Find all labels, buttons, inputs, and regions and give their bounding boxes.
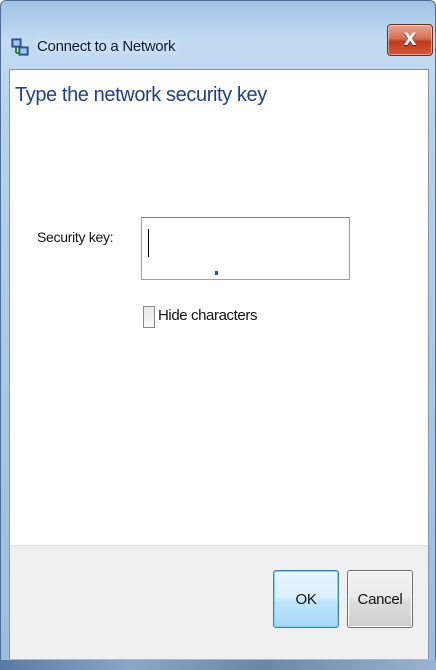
hide-characters-checkbox[interactable] [143, 306, 155, 328]
window-title: Connect to a Network [37, 38, 176, 55]
taskbar-edge [0, 660, 436, 670]
ok-button-label: OK [295, 590, 317, 608]
cancel-button[interactable]: Cancel [347, 570, 413, 628]
title-bar[interactable]: Connect to a Network [1, 1, 435, 56]
ok-button[interactable]: OK [273, 570, 339, 628]
text-caret [148, 229, 149, 257]
security-key-input[interactable] [141, 217, 350, 280]
network-icon [11, 38, 29, 56]
input-cursor-mark [215, 271, 218, 275]
close-button[interactable]: X [387, 24, 433, 56]
hide-characters-label[interactable]: Hide characters [158, 307, 257, 324]
dialog-window: Connect to a Network X Type the network … [0, 0, 436, 670]
close-icon: X [403, 30, 417, 50]
cancel-button-label: Cancel [357, 590, 403, 608]
page-heading: Type the network security key [15, 84, 267, 106]
security-key-label: Security key: [37, 229, 114, 245]
